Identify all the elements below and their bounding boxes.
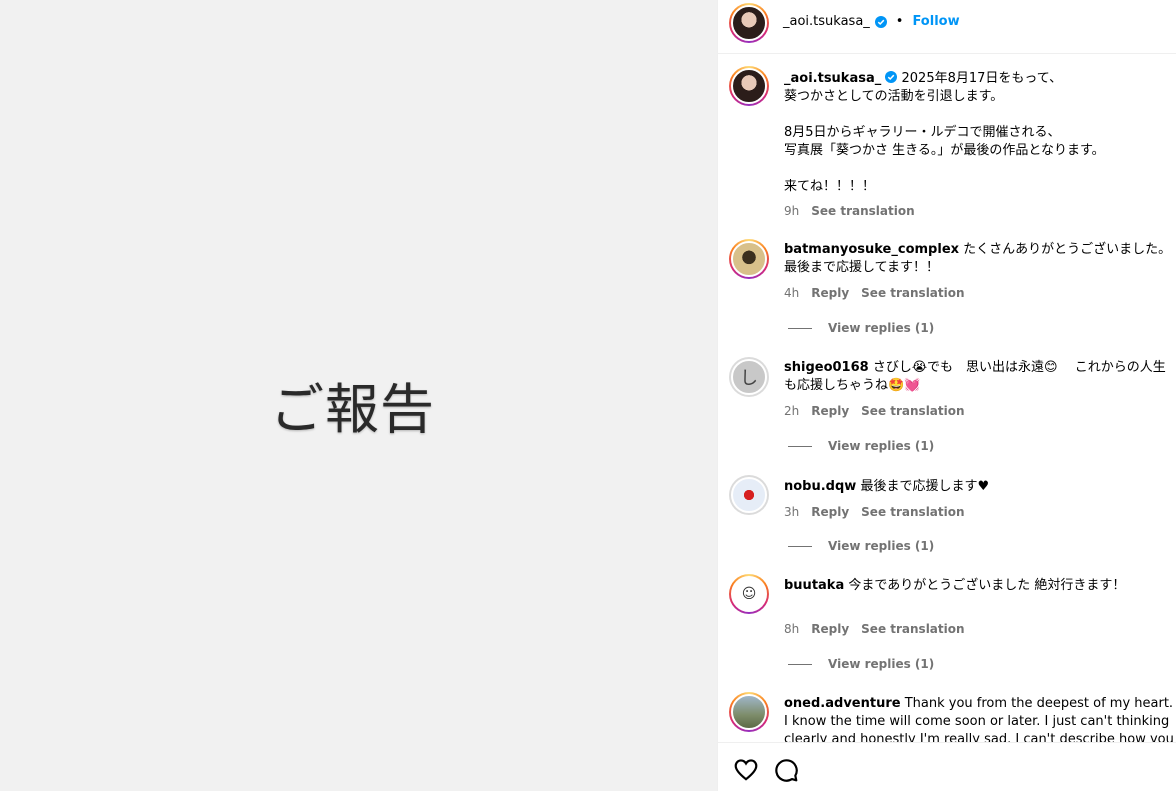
post-viewer: ご報告 _aoi.tsukasa_ • Follow _aoi.tsukasa_… xyxy=(0,0,1176,791)
comment-meta: 8h Reply See translation xyxy=(784,622,965,636)
verified-badge-icon xyxy=(874,15,887,28)
reply-button[interactable]: Reply xyxy=(811,505,849,519)
caption-line xyxy=(784,107,788,122)
caption-line: 2025年8月17日をもって、 xyxy=(901,71,1063,86)
heart-icon[interactable] xyxy=(733,757,759,783)
author-avatar[interactable] xyxy=(729,3,769,43)
caption-text: _aoi.tsukasa_ 2025年8月17日をもって、 葵つかさとしての活動… xyxy=(784,70,1174,196)
caption-line xyxy=(784,161,788,176)
comment-meta: 2h Reply See translation xyxy=(784,404,965,418)
separator-dot: • xyxy=(895,14,904,29)
comment-content: 最後まで応援します♥ xyxy=(860,479,990,494)
comment-text: buutaka 今までありがとうございました 絶対行きます！ xyxy=(784,577,1174,595)
commenter-avatar[interactable] xyxy=(729,475,769,515)
caption-line: 来てね！！！！ xyxy=(784,179,876,194)
action-bar xyxy=(718,742,1176,791)
comment-time[interactable]: 2h xyxy=(784,404,799,418)
post-header: _aoi.tsukasa_ • Follow xyxy=(718,0,1176,54)
verified-badge-icon xyxy=(885,71,898,83)
replies-divider xyxy=(788,545,812,547)
see-translation-link[interactable]: See translation xyxy=(861,404,964,418)
commenter-avatar[interactable] xyxy=(729,239,769,279)
view-replies-button[interactable]: View replies (1) xyxy=(788,539,934,553)
caption-meta: 9h See translation xyxy=(784,204,915,218)
commenter-username[interactable]: buutaka xyxy=(784,578,844,593)
see-translation-link[interactable]: See translation xyxy=(861,622,964,636)
comments-list[interactable]: _aoi.tsukasa_ 2025年8月17日をもって、 葵つかさとしての活動… xyxy=(718,54,1176,742)
caption-line: 写真展「葵つかさ 生きる。」が最後の作品となります。 xyxy=(784,143,1105,158)
commenter-avatar[interactable]: ☺ xyxy=(729,574,769,614)
commenter-avatar[interactable]: し xyxy=(729,357,769,397)
reply-button[interactable]: Reply xyxy=(811,286,849,300)
view-replies-button[interactable]: View replies (1) xyxy=(788,657,934,671)
view-replies-label: View replies (1) xyxy=(828,321,935,335)
replies-divider xyxy=(788,445,812,447)
comment-icon[interactable] xyxy=(773,757,799,783)
comment-meta: 3h Reply See translation xyxy=(784,505,965,519)
follow-button[interactable]: Follow xyxy=(912,14,959,29)
replies-divider xyxy=(788,327,812,329)
commenter-username[interactable]: oned.adventure xyxy=(784,696,901,711)
post-side-panel: _aoi.tsukasa_ • Follow _aoi.tsukasa_ 202… xyxy=(717,0,1176,791)
commenter-username[interactable]: batmanyosuke_complex xyxy=(784,242,959,257)
commenter-avatar[interactable] xyxy=(729,692,769,732)
post-image[interactable]: ご報告 xyxy=(0,0,717,791)
caption-line: 葵つかさとしての活動を引退します。 xyxy=(784,89,1004,104)
caption-avatar[interactable] xyxy=(729,66,769,106)
see-translation-link[interactable]: See translation xyxy=(861,286,964,300)
caption-username[interactable]: _aoi.tsukasa_ xyxy=(784,71,881,86)
comment-text: batmanyosuke_complex たくさんありがとうございました。最後ま… xyxy=(784,241,1174,277)
caption-line: 8月5日からギャラリー・ルデコで開催される、 xyxy=(784,125,1061,140)
comment-time[interactable]: 8h xyxy=(784,622,799,636)
view-replies-label: View replies (1) xyxy=(828,439,935,453)
comment-content: 今までありがとうございました 絶対行きます！ xyxy=(848,578,1126,593)
view-replies-label: View replies (1) xyxy=(828,657,935,671)
view-replies-button[interactable]: View replies (1) xyxy=(788,321,934,335)
reply-button[interactable]: Reply xyxy=(811,404,849,418)
comment-text: oned.adventure Thank you from the deepes… xyxy=(784,695,1174,742)
see-translation-link[interactable]: See translation xyxy=(811,204,914,218)
reply-button[interactable]: Reply xyxy=(811,622,849,636)
view-replies-label: View replies (1) xyxy=(828,539,935,553)
comment-text: nobu.dqw 最後まで応援します♥ xyxy=(784,478,1174,496)
comment-text: shigeo0168 さびし😭でも 思い出は永遠😊 これからの人生も応援しちゃう… xyxy=(784,359,1174,395)
view-replies-button[interactable]: View replies (1) xyxy=(788,439,934,453)
caption-time[interactable]: 9h xyxy=(784,204,799,218)
see-translation-link[interactable]: See translation xyxy=(861,505,964,519)
author-username[interactable]: _aoi.tsukasa_ xyxy=(783,14,870,29)
replies-divider xyxy=(788,663,812,665)
comment-time[interactable]: 4h xyxy=(784,286,799,300)
post-image-text: ご報告 xyxy=(270,378,435,441)
comment-time[interactable]: 3h xyxy=(784,505,799,519)
commenter-username[interactable]: nobu.dqw xyxy=(784,479,856,494)
commenter-username[interactable]: shigeo0168 xyxy=(784,360,869,375)
comment-meta: 4h Reply See translation xyxy=(784,286,965,300)
